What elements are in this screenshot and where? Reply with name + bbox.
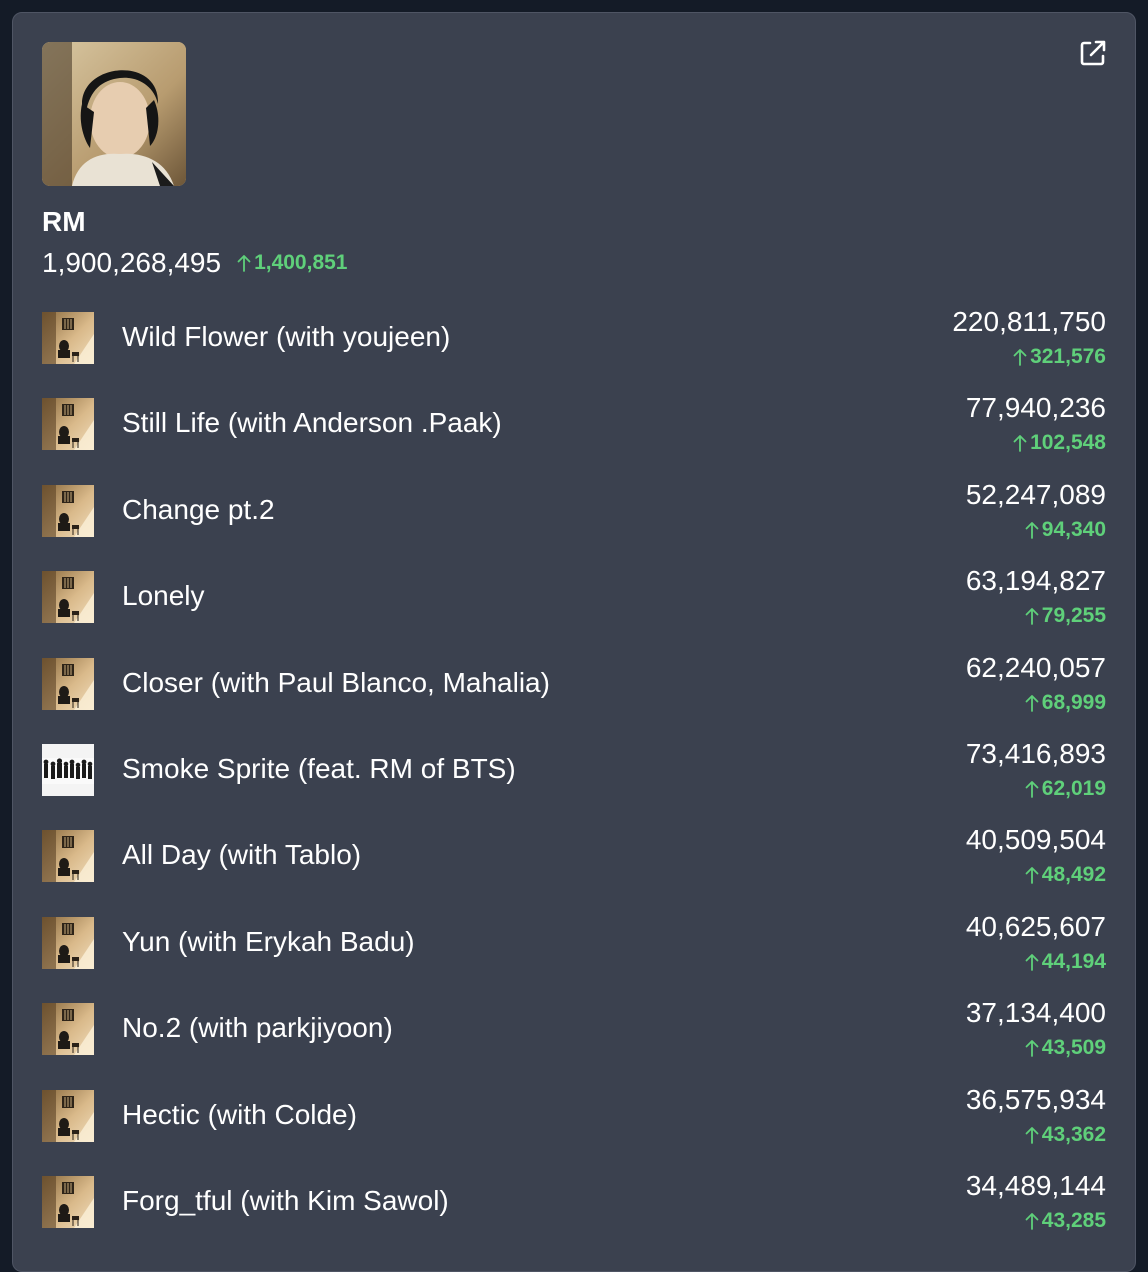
album-art <box>42 1089 94 1142</box>
track-streams-delta: 62,019 <box>1025 776 1106 802</box>
track-delta-value: 43,362 <box>1041 1122 1106 1146</box>
track-delta-value: 43,285 <box>1041 1208 1106 1232</box>
artist-avatar <box>42 42 186 186</box>
arrow-up-icon <box>1025 1040 1039 1058</box>
track-delta-value: 102,548 <box>1030 431 1106 455</box>
track-title: Lonely <box>122 580 205 612</box>
track-streams: 52,247,089 <box>965 478 1106 510</box>
arrow-up-icon <box>1025 781 1039 798</box>
track-title: No.2 (with parkjiyoon) <box>122 1012 393 1044</box>
album-art <box>42 830 94 883</box>
track-streams: 40,509,504 <box>965 824 1106 856</box>
track-delta-value: 68,999 <box>1041 690 1106 714</box>
track-streams: 62,240,057 <box>965 651 1106 683</box>
track-delta-value: 94,340 <box>1041 517 1106 541</box>
track-streams: 77,940,236 <box>965 392 1106 424</box>
total-delta-value: 1,400,851 <box>254 251 348 274</box>
track-row[interactable]: All Day (with Tablo) 40,509,504 48,492 <box>42 820 1106 906</box>
arrow-up-icon <box>1013 349 1027 366</box>
track-row[interactable]: Change pt.2 52,247,089 94,340 <box>42 475 1106 561</box>
arrow-up-icon <box>1025 953 1039 971</box>
artist-card: RM 1,900,268,495 1,400,851 Wild Flower (… <box>12 12 1136 1272</box>
track-row[interactable]: Forg_tful (with Kim Sawol) 34,489,144 43… <box>42 1166 1106 1252</box>
track-streams-delta: 43,362 <box>1025 1122 1106 1148</box>
track-title: Change pt.2 <box>122 493 275 525</box>
track-row[interactable]: Lonely 63,194,827 79,255 <box>42 561 1106 647</box>
track-streams: 34,489,144 <box>965 1169 1106 1201</box>
external-link-icon[interactable] <box>1077 37 1109 69</box>
track-delta-value: 44,194 <box>1041 949 1106 973</box>
track-title: All Day (with Tablo) <box>122 839 362 871</box>
album-art <box>42 657 94 710</box>
track-streams-delta: 102,548 <box>1013 430 1106 456</box>
track-title: Still Life (with Anderson .Paak) <box>122 407 502 439</box>
track-delta-value: 321,576 <box>1030 345 1106 368</box>
arrow-up-icon <box>1025 694 1039 712</box>
album-art <box>42 484 94 537</box>
arrow-up-icon <box>1025 867 1039 885</box>
track-streams: 63,194,827 <box>965 565 1106 597</box>
track-title: Smoke Sprite (feat. RM of BTS) <box>122 752 516 784</box>
track-streams: 37,134,400 <box>965 997 1106 1029</box>
track-delta-value: 48,492 <box>1041 863 1106 887</box>
track-title: Forg_tful (with Kim Sawol) <box>122 1184 449 1216</box>
track-row[interactable]: Still Life (with Anderson .Paak) 77,940,… <box>42 388 1106 474</box>
total-streams: 1,900,268,495 <box>42 247 222 278</box>
track-streams-delta: 48,492 <box>1025 862 1106 888</box>
arrow-up-icon <box>1025 608 1039 626</box>
arrow-up-icon <box>1025 521 1039 539</box>
album-art <box>42 1003 94 1056</box>
track-list: Wild Flower (with youjeen) 220,811,750 3… <box>42 302 1106 1252</box>
track-title: Wild Flower (with youjeen) <box>122 321 451 352</box>
track-streams-delta: 94,340 <box>1025 517 1106 543</box>
album-art <box>42 743 94 796</box>
track-streams-delta: 321,576 <box>1013 344 1106 370</box>
album-art <box>42 1175 94 1228</box>
track-streams-delta: 68,999 <box>1025 690 1106 716</box>
arrow-up-icon <box>1025 1213 1039 1230</box>
arrow-up-icon <box>1025 1126 1039 1144</box>
track-streams-delta: 44,194 <box>1025 949 1106 975</box>
track-streams: 73,416,893 <box>965 737 1106 769</box>
track-row[interactable]: Yun (with Erykah Badu) 40,625,607 44,194 <box>42 907 1106 993</box>
album-art <box>42 312 94 364</box>
track-streams-delta: 43,285 <box>1025 1208 1106 1234</box>
album-art <box>42 571 94 624</box>
track-delta-value: 62,019 <box>1041 776 1106 800</box>
track-streams: 220,811,750 <box>952 306 1106 337</box>
arrow-up-icon <box>1013 435 1027 453</box>
track-title: Yun (with Erykah Badu) <box>122 925 415 957</box>
arrow-up-icon <box>237 255 251 272</box>
total-streams-delta: 1,400,851 <box>237 251 348 275</box>
track-row[interactable]: Smoke Sprite (feat. RM of BTS) 73,416,89… <box>42 734 1106 820</box>
artist-name: RM <box>42 206 86 237</box>
track-row[interactable]: Wild Flower (with youjeen) 220,811,750 3… <box>42 302 1106 388</box>
album-art <box>42 916 94 969</box>
track-streams-delta: 43,509 <box>1025 1035 1106 1061</box>
artist-stats: 1,900,268,495 1,400,851 <box>42 247 348 279</box>
track-delta-value: 43,509 <box>1041 1036 1106 1060</box>
track-title: Hectic (with Colde) <box>122 1098 357 1130</box>
track-title: Closer (with Paul Blanco, Mahalia) <box>122 666 550 698</box>
track-streams: 40,625,607 <box>965 910 1106 942</box>
track-streams-delta: 79,255 <box>1025 603 1106 629</box>
track-row[interactable]: Hectic (with Colde) 36,575,934 43,362 <box>42 1080 1106 1166</box>
track-row[interactable]: No.2 (with parkjiyoon) 37,134,400 43,509 <box>42 993 1106 1079</box>
track-row[interactable]: Closer (with Paul Blanco, Mahalia) 62,24… <box>42 648 1106 734</box>
track-streams: 36,575,934 <box>965 1083 1106 1115</box>
album-art <box>42 398 94 451</box>
track-delta-value: 79,255 <box>1041 604 1106 628</box>
